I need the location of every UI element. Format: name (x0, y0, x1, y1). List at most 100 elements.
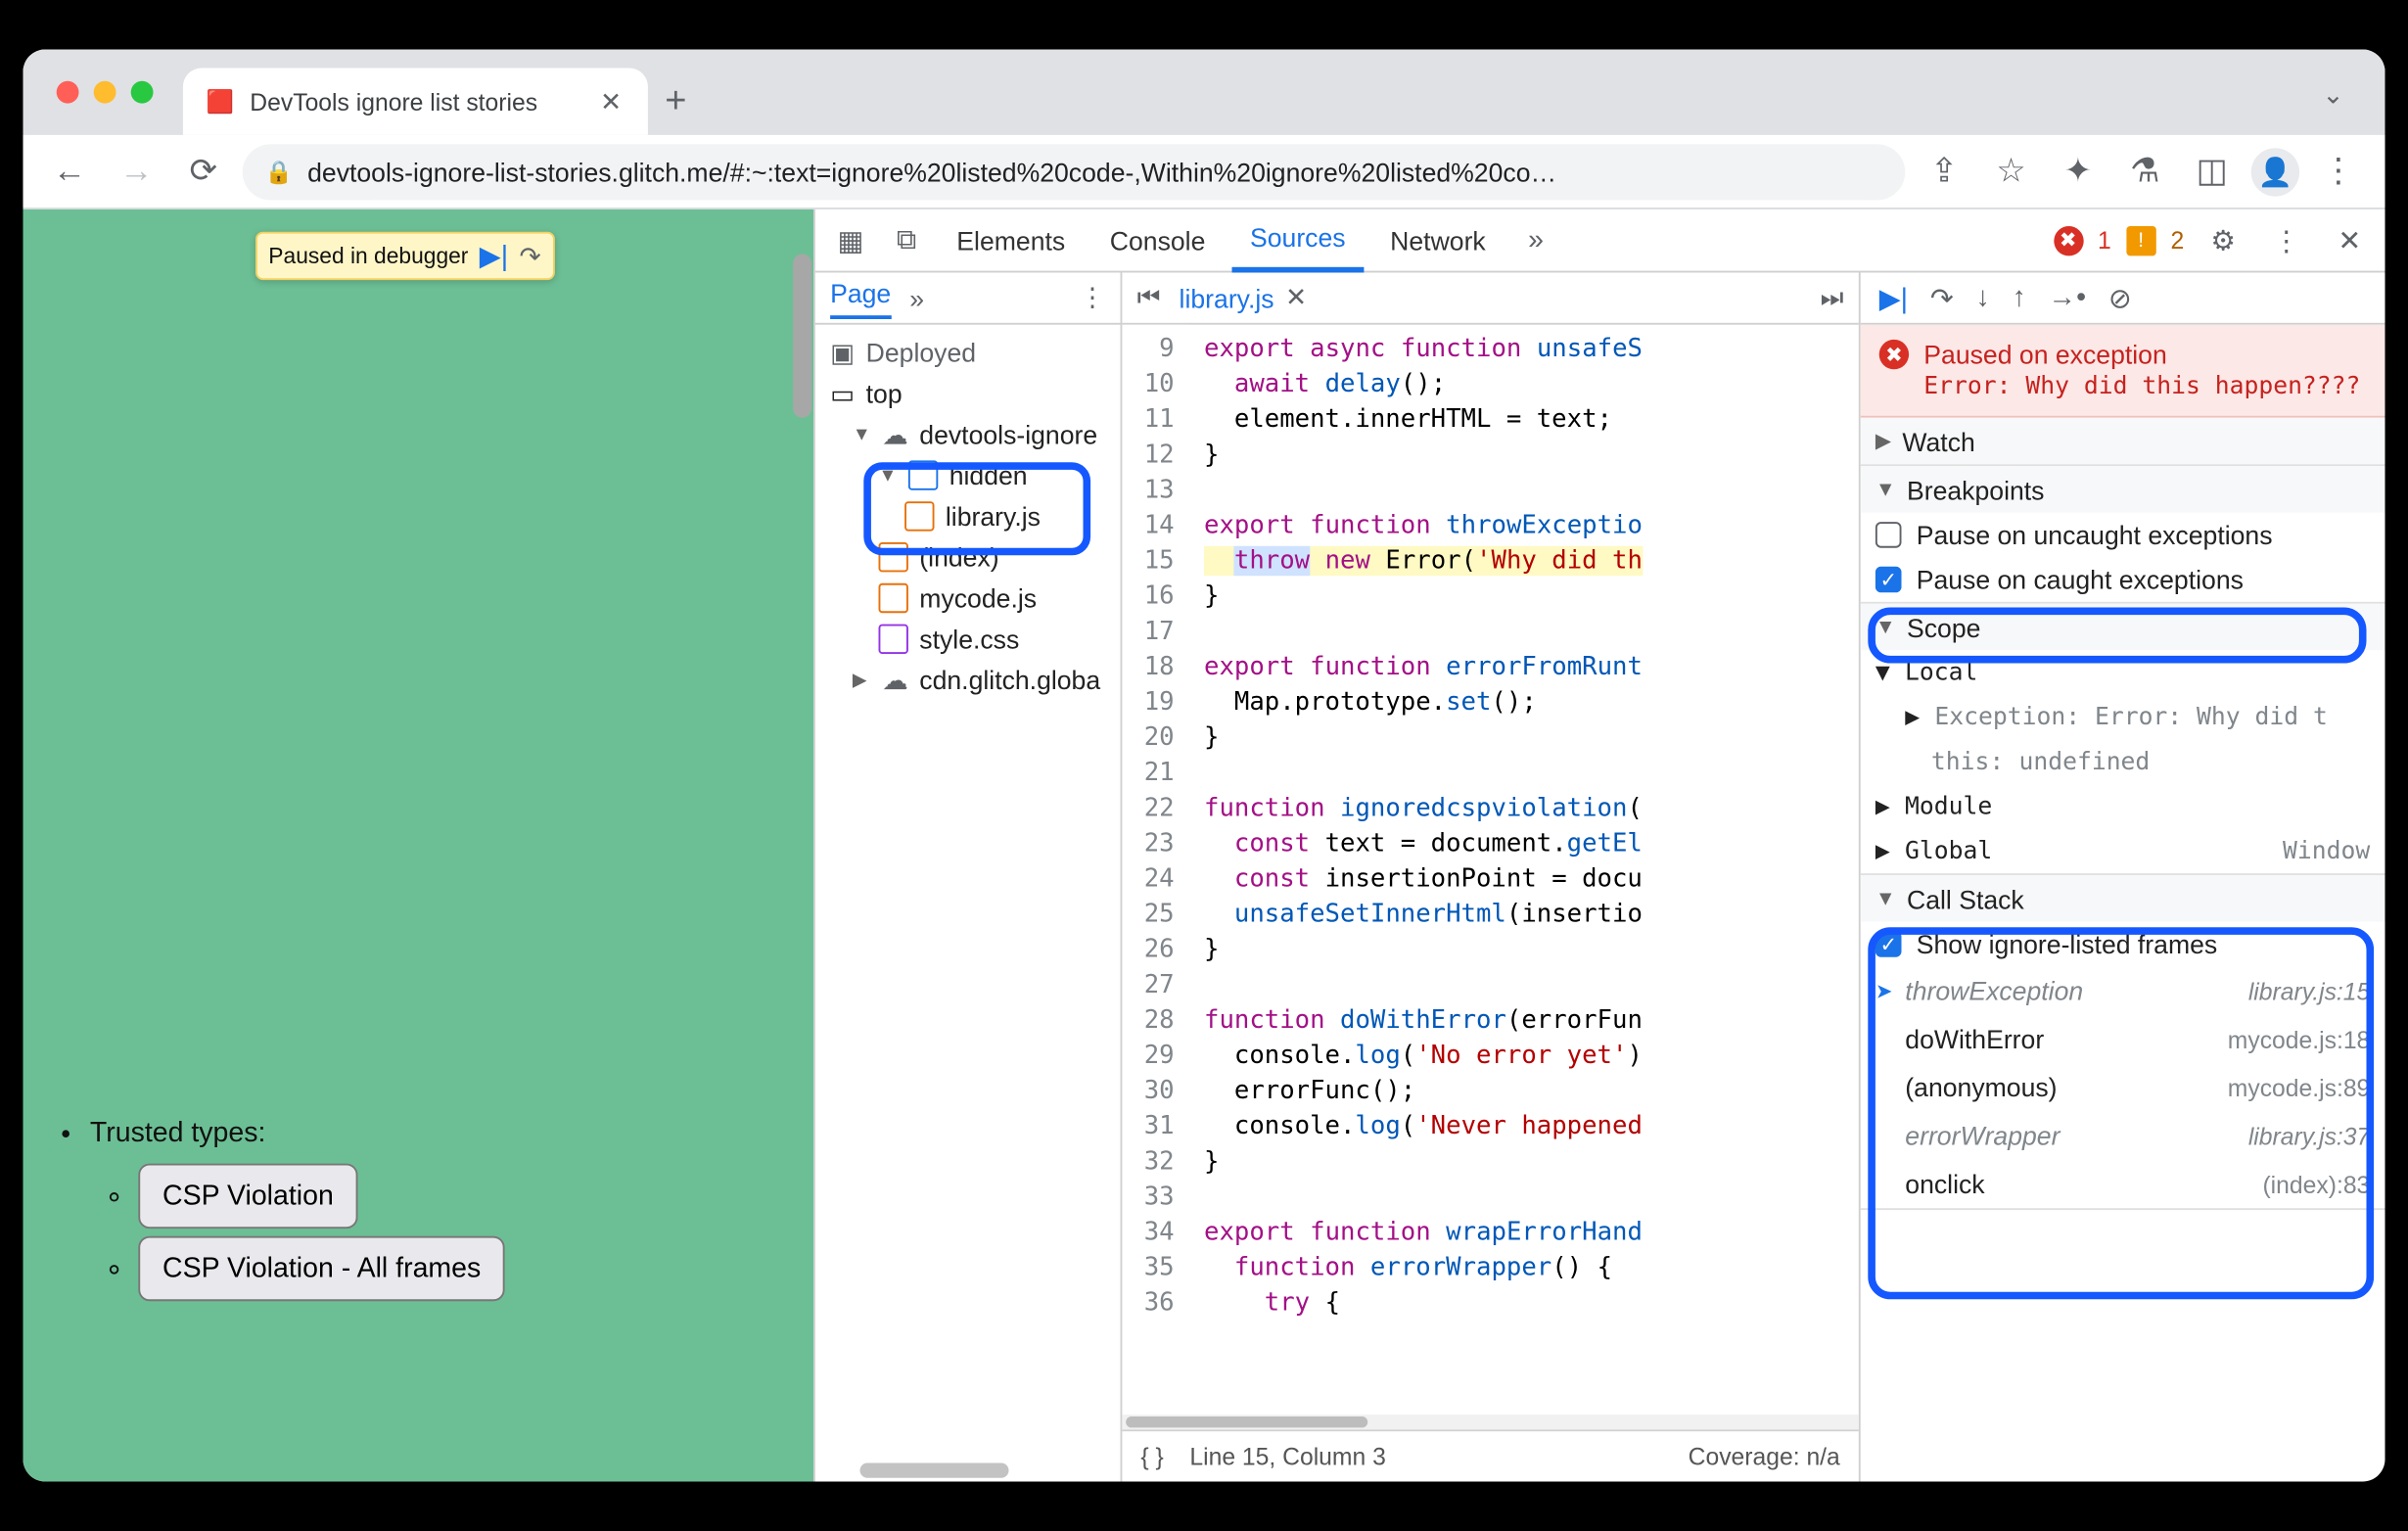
scope-section-header[interactable]: ▼ Scope (1861, 604, 2385, 651)
watch-section-header[interactable]: ▶ Watch (1861, 418, 2385, 465)
csp-violation-all-button[interactable]: CSP Violation - All frames (138, 1236, 505, 1302)
toggle-navigator-icon[interactable]: ⏮ (1137, 282, 1161, 313)
step-out-button[interactable]: ↑ (2013, 282, 2026, 313)
pause-caught-row[interactable]: ✓ Pause on caught exceptions (1861, 557, 2385, 602)
extensions-icon[interactable]: ✦ (2051, 143, 2107, 199)
address-bar[interactable]: 🔒 devtools-ignore-list-stories.glitch.me… (243, 143, 1906, 199)
close-file-icon[interactable]: ✕ (1285, 282, 1307, 313)
frame-name: errorWrapper (1875, 1121, 2061, 1150)
html-file-icon (879, 542, 908, 572)
tree-cdn[interactable]: ▶ ☁ cdn.glitch.globa (815, 660, 1121, 701)
editor-hscroll-thumb[interactable] (1126, 1416, 1367, 1427)
callstack-section-header[interactable]: ▼ Call Stack (1861, 875, 2385, 922)
expand-icon: ▼ (879, 465, 898, 486)
editor-hscroll[interactable] (1122, 1415, 1858, 1429)
tab-console[interactable]: Console (1091, 209, 1225, 272)
minimize-window-icon[interactable] (94, 81, 116, 104)
callstack-frame[interactable]: (anonymous)mycode.js:89 (1861, 1063, 2385, 1111)
paused-title: Paused on exception (1923, 340, 2166, 369)
tree-deployed[interactable]: ▣ Deployed (815, 332, 1121, 373)
tabs-overflow-icon[interactable]: ⌄ (2322, 79, 2343, 111)
deactivate-breakpoints-button[interactable]: ⊘ (2108, 281, 2132, 314)
cloud-icon: ☁ (882, 419, 908, 450)
settings-icon[interactable]: ⚙ (2200, 223, 2247, 256)
toggle-debugger-icon[interactable]: ⏭ (1821, 282, 1844, 313)
browser-tab[interactable]: 🟥 DevTools ignore list stories ✕ (183, 69, 648, 135)
cloud-icon: ☁ (882, 664, 908, 695)
this-label: this: (1931, 748, 2004, 776)
tree-file-style[interactable]: style.css (815, 619, 1121, 660)
library-label: library.js (946, 501, 1041, 531)
step-over-icon[interactable]: ↷ (520, 240, 541, 271)
collapse-icon: ▶ (1875, 793, 1890, 821)
nav-back-button[interactable]: ← (42, 143, 98, 199)
navigator-more-icon[interactable]: » (909, 283, 924, 312)
breakpoints-section-header[interactable]: ▼ Breakpoints (1861, 466, 2385, 512)
device-toolbar-icon[interactable]: ⧉ (882, 224, 930, 255)
navigator-hscroll-thumb[interactable] (860, 1463, 1009, 1478)
callstack-frame[interactable]: throwExceptionlibrary.js:15 (1861, 966, 2385, 1014)
maximize-window-icon[interactable] (131, 81, 154, 104)
error-count: 1 (2098, 226, 2111, 255)
tab-sources[interactable]: Sources (1231, 209, 1365, 272)
page-scrollbar-thumb[interactable] (793, 255, 811, 418)
show-ignore-listed-checkbox[interactable]: ✓ (1875, 931, 1902, 957)
error-count-badge[interactable]: ✖ (2053, 225, 2082, 255)
nav-forward-button[interactable]: → (109, 143, 164, 199)
scope-global-row[interactable]: ▶ Global Window (1861, 829, 2385, 874)
reload-button[interactable]: ⟳ (175, 143, 231, 199)
tree-hidden-folder[interactable]: ▼ hidden (815, 455, 1121, 496)
resume-icon[interactable]: ▶| (480, 239, 508, 272)
step-into-button[interactable]: ↓ (1976, 282, 1990, 313)
coverage-info: Coverage: n/a (1689, 1443, 1840, 1471)
sidepanel-icon[interactable]: ◫ (2184, 143, 2240, 199)
local-label: Local (1905, 659, 1977, 687)
show-ignore-listed-row[interactable]: ✓ Show ignore-listed frames (1861, 922, 2385, 967)
top-label: top (866, 379, 903, 408)
scope-local-row[interactable]: ▼ Local (1861, 650, 2385, 695)
callstack-frame[interactable]: errorWrapperlibrary.js:37 (1861, 1111, 2385, 1159)
more-tabs-icon[interactable]: » (1511, 224, 1559, 255)
pretty-print-icon[interactable]: { } (1140, 1443, 1163, 1471)
pause-uncaught-checkbox[interactable] (1875, 522, 1902, 548)
new-tab-button[interactable]: + (648, 81, 704, 135)
csp-violation-button[interactable]: CSP Violation (138, 1164, 357, 1229)
code-area[interactable]: 9 10 11 12 13 14 15 16 17 18 19 20 21 22… (1122, 325, 1858, 1415)
inspect-element-icon[interactable]: ▦ (826, 223, 874, 256)
scope-module-row[interactable]: ▶ Module (1861, 784, 2385, 829)
navigator-menu-icon[interactable]: ⋮ (1080, 282, 1106, 313)
scope-exception-row[interactable]: ▶ Exception: Error: Why did t (1861, 695, 2385, 740)
editor-tab-library[interactable]: library.js ✕ (1180, 282, 1308, 313)
close-devtools-icon[interactable]: ✕ (2326, 223, 2374, 256)
devtools-menu-icon[interactable]: ⋮ (2262, 223, 2310, 256)
callstack-frame[interactable]: doWithErrormycode.js:18 (1861, 1015, 2385, 1063)
callstack-frame[interactable]: onclick(index):83 (1861, 1160, 2385, 1208)
share-icon[interactable]: ⇪ (1917, 143, 1972, 199)
labs-icon[interactable]: ⚗ (2117, 143, 2173, 199)
tab-title: DevTools ignore list stories (250, 87, 537, 116)
tree-file-library[interactable]: library.js (815, 496, 1121, 537)
lock-icon: 🔒 (265, 159, 293, 185)
step-button[interactable]: →• (2049, 282, 2087, 313)
step-over-button[interactable]: ↷ (1930, 281, 1954, 314)
tree-file-mycode[interactable]: mycode.js (815, 578, 1121, 619)
close-tab-icon[interactable]: ✕ (600, 86, 622, 117)
tree-top[interactable]: ▭ top (815, 373, 1121, 414)
bookmark-icon[interactable]: ☆ (1983, 143, 2039, 199)
warning-count-badge[interactable]: ! (2126, 225, 2155, 255)
tree-file-index[interactable]: (index) (815, 536, 1121, 578)
pause-caught-checkbox[interactable]: ✓ (1875, 567, 1902, 593)
tree-origin[interactable]: ▼ ☁ devtools-ignore (815, 414, 1121, 455)
collapse-icon: ▶ (1875, 837, 1890, 865)
tab-elements[interactable]: Elements (938, 209, 1084, 272)
close-window-icon[interactable] (57, 81, 79, 104)
scope-this-row: this: undefined (1861, 739, 2385, 784)
tab-strip: 🟥 DevTools ignore list stories ✕ + ⌄ (23, 50, 2385, 135)
browser-menu-icon[interactable]: ⋮ (2311, 143, 2367, 199)
scope-label: Scope (1907, 612, 1980, 641)
resume-button[interactable]: ▶| (1879, 281, 1908, 314)
navigator-page-tab[interactable]: Page (830, 277, 891, 318)
tab-network[interactable]: Network (1371, 209, 1505, 272)
profile-avatar[interactable]: 👤 (2251, 147, 2299, 195)
pause-uncaught-row[interactable]: Pause on uncaught exceptions (1861, 513, 2385, 558)
